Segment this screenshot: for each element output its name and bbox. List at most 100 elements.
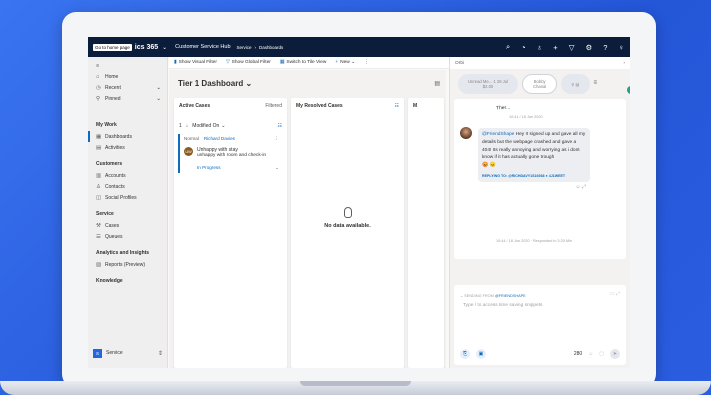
nav-activities[interactable]: ▤ Activities bbox=[88, 142, 167, 153]
case-owner[interactable]: Richard Davies bbox=[204, 136, 235, 142]
nav-home[interactable]: ⌂ Home bbox=[88, 71, 167, 82]
active-cases-title: Active Cases bbox=[179, 103, 211, 109]
show-global-filter-label: Show Global Filter bbox=[231, 60, 271, 65]
breadcrumb-area[interactable]: Service bbox=[237, 45, 252, 50]
nav-reports[interactable]: ▧ Reports (Preview) bbox=[88, 259, 167, 270]
case-card[interactable]: Normal Richard Davies ⋮ UW Unhappy with st… bbox=[178, 134, 283, 173]
nav-accounts[interactable]: ▥ Accounts bbox=[88, 170, 167, 181]
search-icon[interactable]: ⌕ bbox=[506, 42, 510, 52]
area-badge: S bbox=[93, 348, 102, 358]
filter-icon[interactable]: ▽ bbox=[569, 43, 575, 52]
chevron-down-icon[interactable]: ⌄ bbox=[275, 165, 279, 171]
avatar: UW bbox=[184, 147, 193, 156]
expand-icon[interactable]: ▭ ⤢ bbox=[610, 291, 620, 297]
chevron-right-icon[interactable]: › bbox=[623, 61, 625, 66]
more-icon[interactable]: ⋮ bbox=[274, 136, 279, 142]
chevron-down-icon: ⌄ bbox=[156, 95, 161, 102]
message-actions-icon[interactable]: ☺ ⤢ bbox=[576, 184, 587, 192]
lightbulb-icon[interactable]: ♁ bbox=[537, 43, 543, 52]
switch-tile-view-label: Switch to Tile View bbox=[286, 60, 327, 65]
chart-icon: ▮ bbox=[174, 60, 177, 65]
building-icon: ▥ bbox=[96, 172, 102, 179]
go-to-home-button[interactable]: Go to home page bbox=[93, 43, 132, 51]
nav-activities-label: Activities bbox=[105, 144, 125, 151]
message-time: 10:44 / 18 Jun 2020 · Responded in 3:20 … bbox=[496, 239, 572, 243]
plus-icon: + bbox=[335, 60, 339, 65]
previous-message-time: 10:41 / 18 Jun 2020 bbox=[509, 115, 543, 119]
view-options-icon[interactable]: ☷ bbox=[395, 103, 399, 109]
sitemap-nav: ≡ ⌂ Home ◷ Recent ⌄ ⚲ Pinned ⌄ My Work ▦ Dashb… bbox=[88, 57, 168, 368]
nav-group-service: Service bbox=[96, 211, 114, 217]
breadcrumb-page[interactable]: Dashboards bbox=[259, 45, 283, 50]
resolved-cases-title: My Resolved Cases bbox=[296, 103, 343, 109]
filtered-label: Filtered bbox=[265, 103, 282, 109]
active-cases-stream: Active Cases Filtered 1 ↓ Modified On ⌄ ☷… bbox=[174, 98, 287, 368]
nav-group-customers: Customers bbox=[96, 161, 123, 167]
filter-icon: ▽ bbox=[225, 60, 230, 65]
nav-pinned[interactable]: ⚲ Pinned ⌄ bbox=[88, 93, 167, 104]
help-icon[interactable]: ? bbox=[603, 43, 607, 52]
session-tab-sub: Chanal bbox=[533, 84, 547, 89]
dashboard-title-selector[interactable]: Tier 1 Dashboard ⌄ bbox=[178, 79, 252, 88]
replying-to: REPLYING TO: @RICHDAVY1S16938 ● 4J1WEET bbox=[482, 173, 566, 178]
nav-cases[interactable]: ⚒ Cases bbox=[88, 220, 167, 231]
switch-tile-view-button[interactable]: ▦ Switch to Tile View bbox=[280, 60, 326, 65]
user-icon[interactable]: ♀ bbox=[618, 43, 624, 52]
nav-contacts-label: Contacts bbox=[105, 183, 125, 190]
nav-dashboards-label: Dashboards bbox=[105, 133, 132, 140]
show-global-filter-button[interactable]: ▽ Show Global Filter bbox=[226, 60, 271, 65]
app-screen: Go to home page ics 365 ⌄ Customer Servi… bbox=[88, 37, 630, 368]
more-icon[interactable]: ≡ bbox=[594, 80, 598, 94]
task-icon[interactable]: ◔ bbox=[521, 43, 526, 52]
dashboard-title: Tier 1 Dashboard bbox=[178, 79, 244, 88]
session-tab-actions[interactable]: ⚲ ▤ bbox=[561, 74, 590, 94]
message-emojis: 😡 😠 bbox=[482, 162, 496, 169]
gif-icon[interactable]: ▢ bbox=[599, 351, 604, 357]
reply-input[interactable]: Type / to access time saving snippets bbox=[463, 303, 542, 308]
new-label: New bbox=[340, 60, 350, 65]
session-tab-time: $2.00 bbox=[482, 84, 494, 89]
compose-box: ⌄ SENDING FROM @FRIENDSHAPE ▭ ⤢ Type / t… bbox=[454, 285, 626, 365]
up-down-icon: ⇕ bbox=[157, 350, 163, 357]
previous-message: Ther... bbox=[495, 104, 511, 112]
nav-group-my-work: My Work bbox=[96, 122, 117, 128]
database-icon bbox=[343, 207, 352, 218]
chevron-down-icon[interactable]: ⌄ bbox=[221, 123, 225, 129]
character-count: 280 bbox=[573, 351, 583, 357]
nav-contacts[interactable]: ♙ Contacts bbox=[88, 181, 167, 192]
area-switcher[interactable]: S Service ⇕ bbox=[93, 346, 163, 360]
new-button[interactable]: + New ⌄ bbox=[335, 60, 355, 65]
chevron-down-icon[interactable]: ⌄ bbox=[162, 44, 167, 51]
nav-queues-label: Queues bbox=[105, 233, 123, 240]
sort-field-dropdown[interactable]: Modified On bbox=[192, 123, 219, 129]
session-tab-active[interactable]: Bobby Chanal bbox=[522, 74, 558, 94]
message-mention[interactable]: @FriendShape bbox=[482, 132, 514, 137]
nav-home-label: Home bbox=[105, 73, 119, 80]
nav-queues[interactable]: ☰ Queues bbox=[88, 231, 167, 242]
show-visual-filter-button[interactable]: ▮ Show Visual Filter bbox=[174, 60, 217, 65]
session-tab[interactable]: Unread Me... 1 28 Jul $2.00 bbox=[458, 74, 519, 94]
hamburger-icon: ≡ bbox=[96, 62, 100, 69]
emoji-icon[interactable]: ☺ bbox=[588, 351, 593, 357]
send-button[interactable]: ➤ bbox=[610, 349, 620, 359]
sort-direction-icon[interactable]: ↓ bbox=[186, 123, 189, 129]
nav-dashboards[interactable]: ▦ Dashboards bbox=[88, 131, 167, 142]
nav-recent[interactable]: ◷ Recent ⌄ bbox=[88, 82, 167, 93]
plus-icon[interactable]: + bbox=[553, 43, 557, 52]
hamburger-menu[interactable]: ≡ bbox=[88, 60, 167, 71]
calendar-icon[interactable]: ▤ bbox=[434, 80, 440, 87]
more-icon[interactable]: ⋮ bbox=[364, 60, 369, 65]
wrench-icon: ⚒ bbox=[96, 222, 101, 229]
tile-icon: ▦ bbox=[279, 60, 285, 65]
attach-icon[interactable]: ⎘ bbox=[460, 349, 470, 359]
view-options-icon[interactable]: ☷ bbox=[278, 123, 282, 129]
dashboard-icon: ▦ bbox=[96, 133, 102, 140]
top-icons: ⌕ ◔ ♁ + ▽ ⚙ ? ♀ bbox=[506, 37, 624, 57]
snippet-icon[interactable]: ▣ bbox=[476, 349, 486, 359]
gear-icon[interactable]: ⚙ bbox=[585, 43, 592, 52]
sending-from-prefix: SENDING FROM bbox=[464, 294, 495, 298]
nav-social-profiles[interactable]: ◫ Social Profiles bbox=[88, 192, 167, 203]
sending-from-handle[interactable]: @FRIENDSHAPE bbox=[495, 294, 526, 298]
session-tabs: Unread Me... 1 28 Jul $2.00 Bobby Chanal ⚲… bbox=[458, 74, 597, 94]
app-hub-name[interactable]: Customer Service Hub bbox=[175, 44, 230, 50]
